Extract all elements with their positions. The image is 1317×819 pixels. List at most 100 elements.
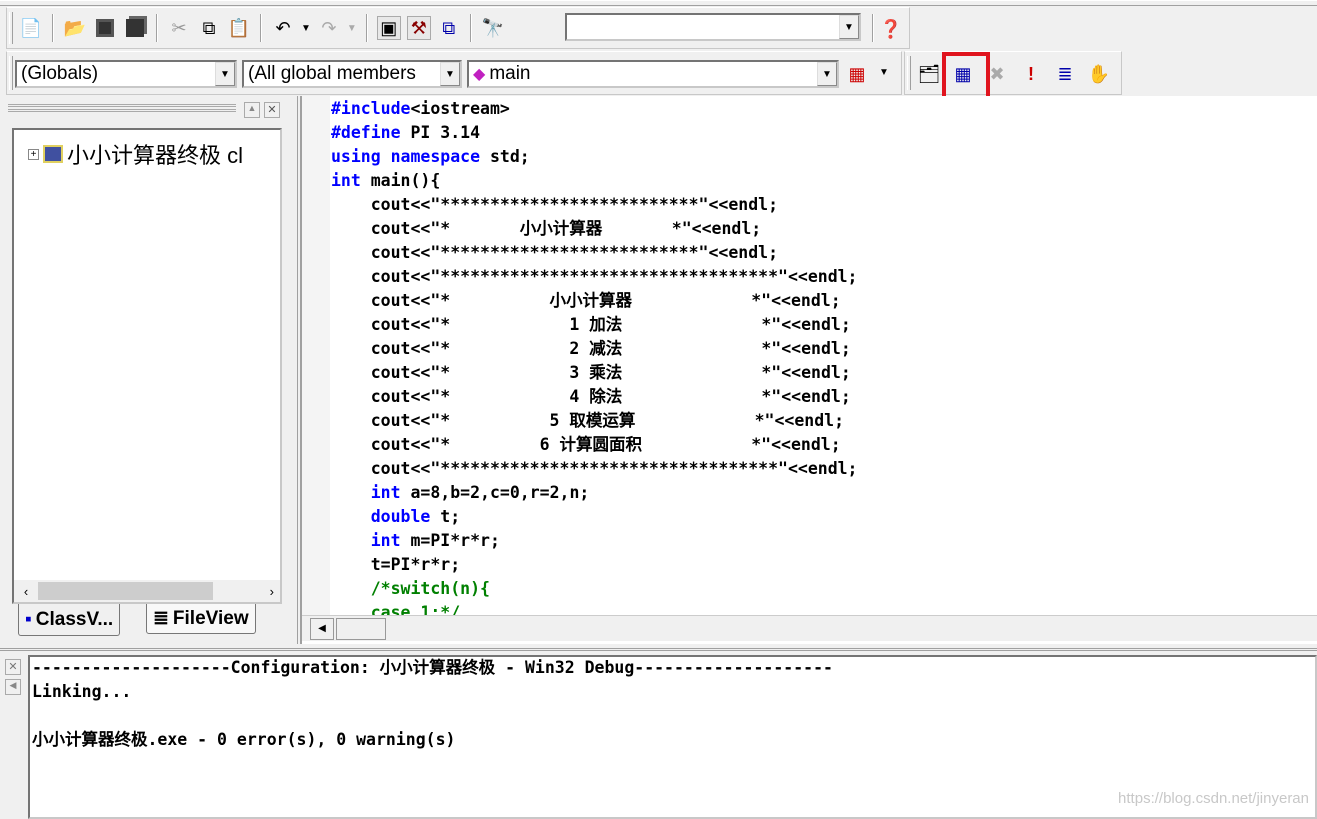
horizontal-scrollbar[interactable]: ◀ [302,615,1317,641]
code-line[interactable]: #include<iostream> [331,97,858,121]
execute-icon[interactable]: ! [1019,62,1043,86]
code-line[interactable]: int main(){ [331,169,858,193]
open-icon[interactable]: 📂 [63,16,87,40]
horizontal-scrollbar[interactable]: ‹ › [14,580,280,602]
code-token: cout<<"* 2 减法 *"<<endl; [331,339,851,358]
redo-dropdown-icon[interactable]: ▼ [347,23,357,34]
restore-icon[interactable]: ◀ [5,679,21,695]
new-text-file-icon[interactable]: 📄 [19,16,43,40]
member-combo[interactable]: ◆ main ▼ [467,60,839,88]
undo-dropdown-icon[interactable]: ▼ [301,23,311,34]
code-line[interactable]: cout<<"* 6 计算圆面积 *"<<endl; [331,433,858,457]
fileview-icon: ≣ [153,608,169,629]
tab-fileview[interactable]: ≣ FileView [146,604,256,634]
code-token: int [370,531,401,550]
tab-classview[interactable]: ▪ ClassV... [18,604,121,636]
standard-toolbar: 📄 📂 ✂ ⧉ 📋 ↶ ▼ ↷ ▼ ▣ ⚒ ⧉ 🔭 ▼ ❓ [6,7,910,49]
toolbar-grip[interactable] [9,12,13,44]
code-token: #define [331,123,401,142]
chevron-down-icon[interactable]: ▼ [817,62,837,86]
code-line[interactable]: double t; [331,505,858,529]
code-line[interactable]: cout<<"* 3 乘法 *"<<endl; [331,361,858,385]
code-token: cout<<"* 1 加法 *"<<endl; [331,315,851,334]
breakpoint-icon[interactable]: ✋ [1087,62,1111,86]
wizard-actions-icon[interactable]: ▦ [845,62,869,86]
output-text: --------------------Configuration: 小小计算器… [32,656,833,752]
code-line[interactable]: cout<<"* 5 取模运算 *"<<endl; [331,409,858,433]
maximize-button[interactable]: ▲ [244,102,260,118]
code-token: cout<<"* 5 取模运算 *"<<endl; [331,411,845,430]
undo-icon[interactable]: ↶ [271,16,295,40]
panel-grip[interactable] [8,104,236,112]
scroll-left-icon[interactable]: ◀ [310,618,334,640]
copy-icon[interactable]: ⧉ [197,16,221,40]
wizard-bar-toolbar: (Globals) ▼ (All global members ▼ ◆ main ▼ ▦… [6,51,902,95]
code-line[interactable]: int a=8,b=2,c=0,r=2,n; [331,481,858,505]
code-line[interactable]: cout<<"* 小小计算器 *"<<endl; [331,289,858,313]
build-minibar-toolbar: 🗂 ▦ ✖ ! ≣ ✋ [904,51,1122,95]
code-token: std; [480,147,530,166]
save-icon[interactable] [93,16,117,40]
code-line[interactable]: t=PI*r*r; [331,553,858,577]
code-token: cout<<"* 6 计算圆面积 *"<<endl; [331,435,841,454]
code-text[interactable]: #include<iostream> #define PI 3.14 using n… [331,97,858,615]
code-line[interactable]: case 1:*/ [331,601,858,615]
menu-bar-edge [0,0,1317,6]
code-token: m=PI*r*r; [400,531,500,550]
expand-icon[interactable]: + [28,148,39,160]
close-icon[interactable]: ✕ [5,659,21,675]
output-line: --------------------Configuration: 小小计算器… [32,658,833,677]
paste-icon[interactable]: 📋 [227,16,251,40]
code-token: int [331,171,361,190]
code-line[interactable]: cout<<"*********************************… [331,265,858,289]
member-filter-combo[interactable]: (All global members ▼ [242,60,462,88]
code-token: cout<<"*********************************… [331,267,858,286]
code-line[interactable]: int m=PI*r*r; [331,529,858,553]
workspace-icon[interactable]: ▣ [376,16,401,40]
window-list-icon[interactable]: ⧉ [437,16,461,40]
chevron-down-icon[interactable]: ▼ [440,62,460,86]
code-line[interactable]: cout<<"**************************"<<endl… [331,241,858,265]
code-line[interactable]: #define PI 3.14 [331,121,858,145]
save-all-icon[interactable] [123,16,147,40]
find-combo[interactable]: ▼ [565,13,861,41]
classview-icon: ▪ [25,608,32,630]
code-token: int [370,483,401,502]
code-token: t=PI*r*r; [331,555,461,574]
scroll-right-icon[interactable]: › [213,584,280,599]
redo-icon[interactable]: ↷ [317,16,341,40]
class-tree: + 小小计算器终极 cl ‹ › [12,128,282,604]
function-icon: ◆ [473,66,486,83]
output-line: 小小计算器终极.exe - 0 error(s), 0 warning(s) [32,730,456,749]
output-icon[interactable]: ⚒ [406,16,431,40]
chevron-down-icon[interactable]: ▼ [215,62,235,86]
scrollbar-thumb[interactable] [38,582,213,600]
scrollbar-thumb[interactable] [336,618,386,640]
class-combo[interactable]: (Globals) ▼ [15,60,237,88]
scroll-left-icon[interactable]: ‹ [14,584,38,599]
code-line[interactable]: /*switch(n){ [331,577,858,601]
chevron-down-icon[interactable]: ▼ [839,15,859,39]
selection-margin [302,96,330,616]
find-in-files-icon[interactable]: 🔭 [481,16,505,40]
code-line[interactable]: cout<<"* 4 除法 *"<<endl; [331,385,858,409]
code-token: cout<<"* 小小计算器 *"<<endl; [331,291,841,310]
code-line[interactable]: cout<<"* 1 加法 *"<<endl; [331,313,858,337]
code-line[interactable]: cout<<"* 小小计算器 *"<<endl; [331,217,858,241]
go-icon[interactable]: ≣ [1053,62,1077,86]
compile-icon[interactable]: 🗂 [917,62,941,86]
code-line[interactable]: cout<<"*********************************… [331,457,858,481]
code-line[interactable]: cout<<"* 2 减法 *"<<endl; [331,337,858,361]
toolbar-grip[interactable] [9,56,13,90]
code-line[interactable]: using namespace std; [331,145,858,169]
output-line: Linking... [32,682,132,701]
code-line[interactable]: cout<<"**************************"<<endl… [331,193,858,217]
cut-icon[interactable]: ✂ [167,16,191,40]
toolbar-grip[interactable] [907,56,911,90]
tree-item[interactable]: + 小小计算器终极 cl [28,138,243,170]
search-help-icon[interactable]: ❓ [879,17,903,41]
close-icon[interactable]: ✕ [264,102,280,118]
wizard-actions-dropdown-icon[interactable]: ▼ [879,67,889,78]
